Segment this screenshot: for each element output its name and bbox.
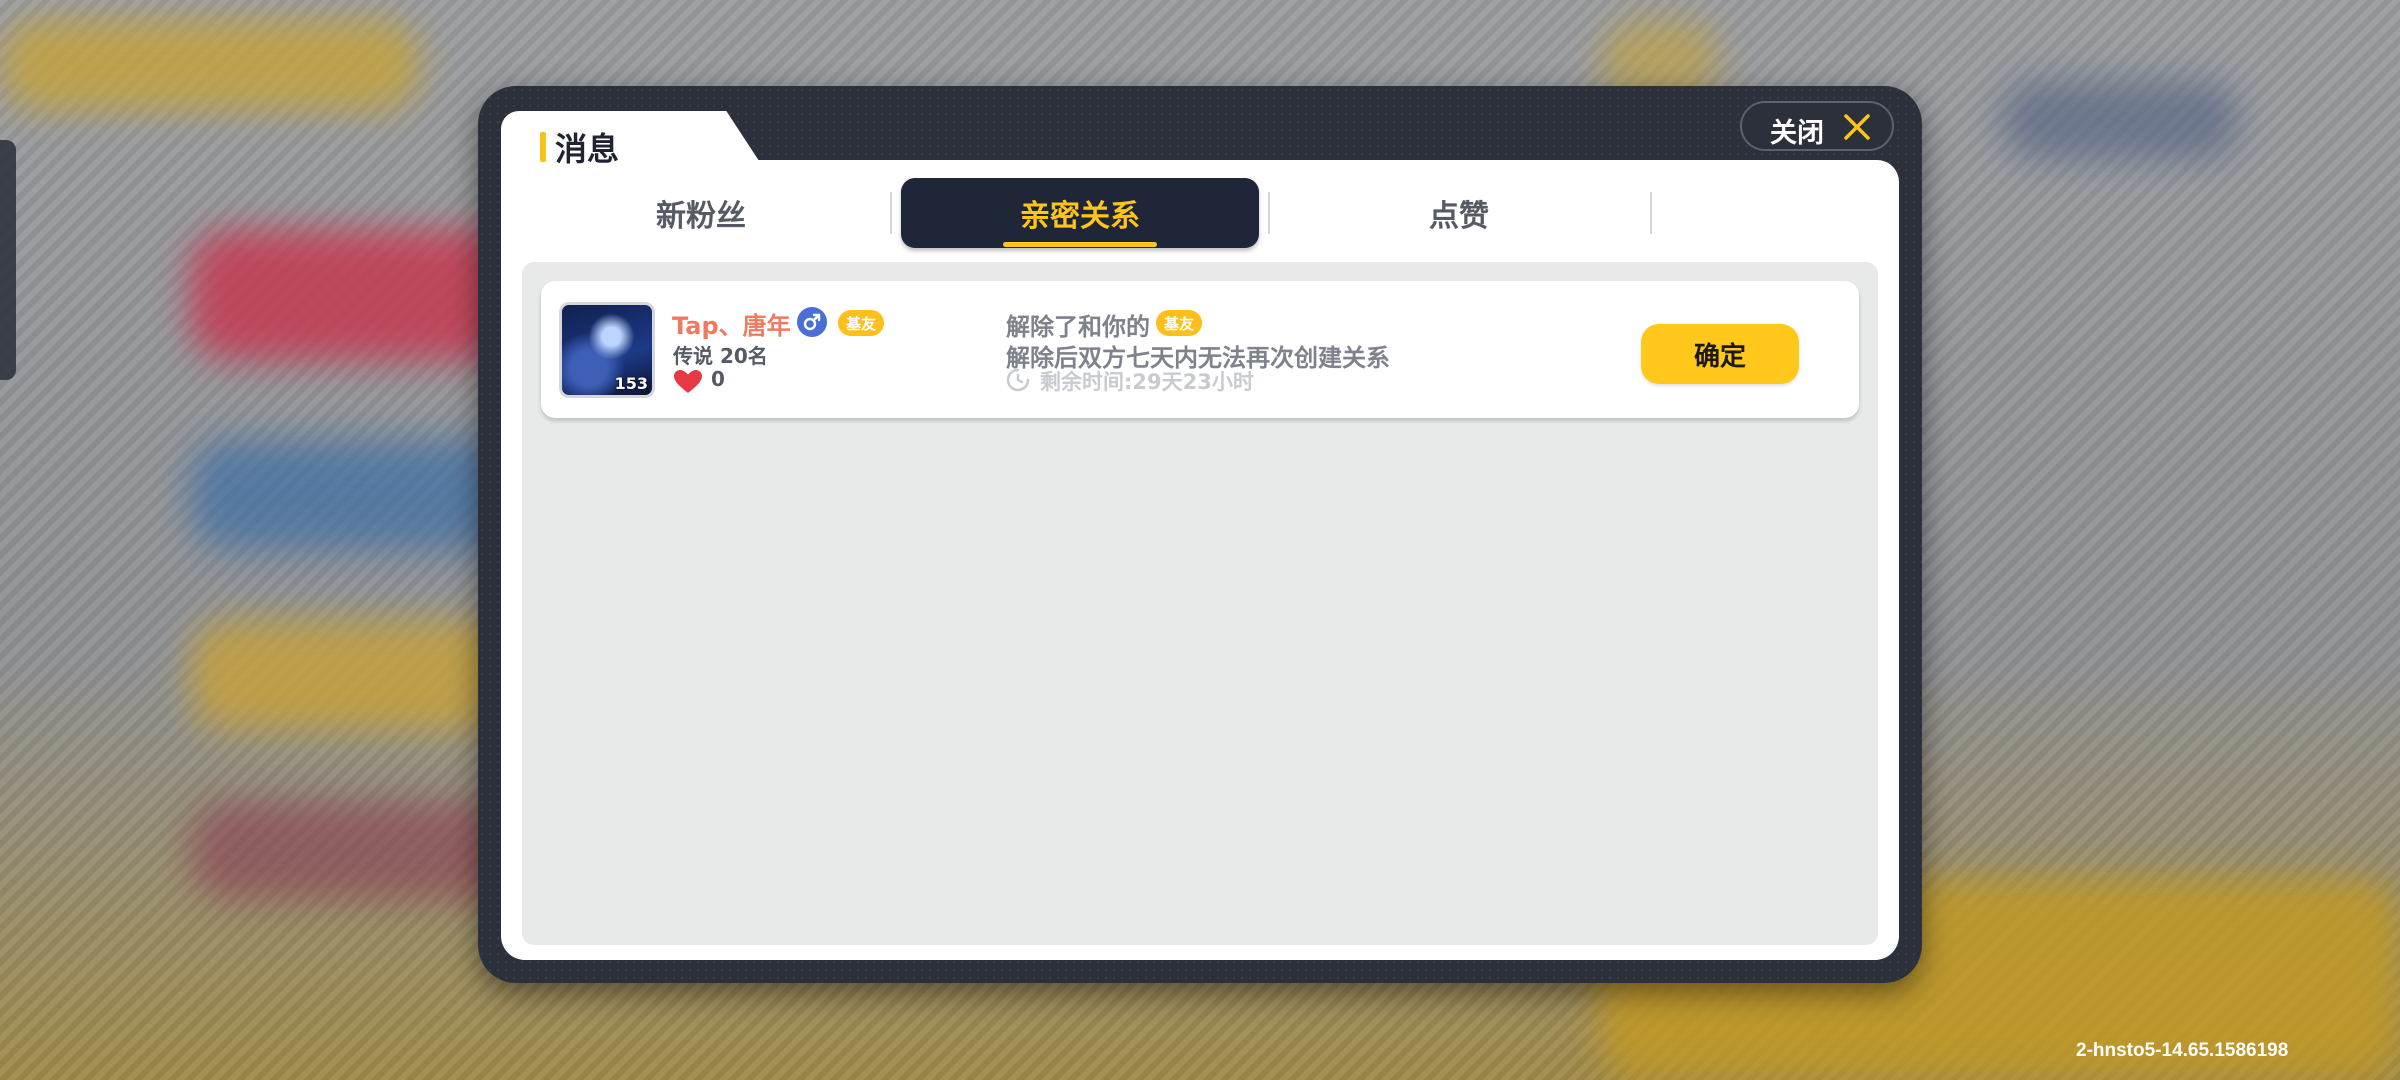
remaining-time: 剩余时间:29天23小时 (1040, 370, 1254, 394)
tab-intimate-relations[interactable]: 亲密关系 (901, 178, 1259, 248)
message-text: 解除了和你的 (1006, 313, 1150, 341)
close-label: 关闭 (1770, 118, 1824, 149)
side-handle[interactable] (0, 140, 16, 380)
version-label: 2-hnsto5-14.65.1586198 (2076, 1040, 2289, 1061)
tab-divider (1650, 192, 1652, 234)
avatar-level: 153 (614, 374, 648, 393)
relation-badge: 基友 (838, 310, 885, 336)
background-blur (0, 20, 420, 110)
confirm-button[interactable]: 确定 (1641, 324, 1799, 384)
male-icon (797, 307, 827, 337)
tab-divider (1268, 192, 1270, 234)
background-blur (190, 620, 520, 730)
active-tab-underline (1003, 242, 1157, 247)
clock-icon (1006, 368, 1030, 392)
background-blur (190, 230, 520, 360)
close-icon (1844, 114, 1870, 140)
tab-likes[interactable]: 点赞 (1280, 178, 1638, 248)
tab-divider (890, 192, 892, 234)
title-accent-bar (540, 132, 546, 162)
like-count: 0 (711, 367, 725, 391)
dialog-title: 消息 (555, 130, 620, 168)
user-rank: 传说 20名 (673, 344, 768, 368)
avatar[interactable]: 153 (559, 302, 655, 398)
heart-icon (674, 370, 702, 393)
message-relation-badge: 基友 (1156, 310, 1203, 336)
background-blur (190, 800, 520, 900)
tab-new-fans[interactable]: 新粉丝 (522, 178, 880, 248)
background-blur (2000, 80, 2240, 160)
background-blur (190, 440, 520, 550)
close-button[interactable]: 关闭 (1740, 101, 1894, 151)
user-name[interactable]: Tap、唐年 (672, 306, 791, 341)
